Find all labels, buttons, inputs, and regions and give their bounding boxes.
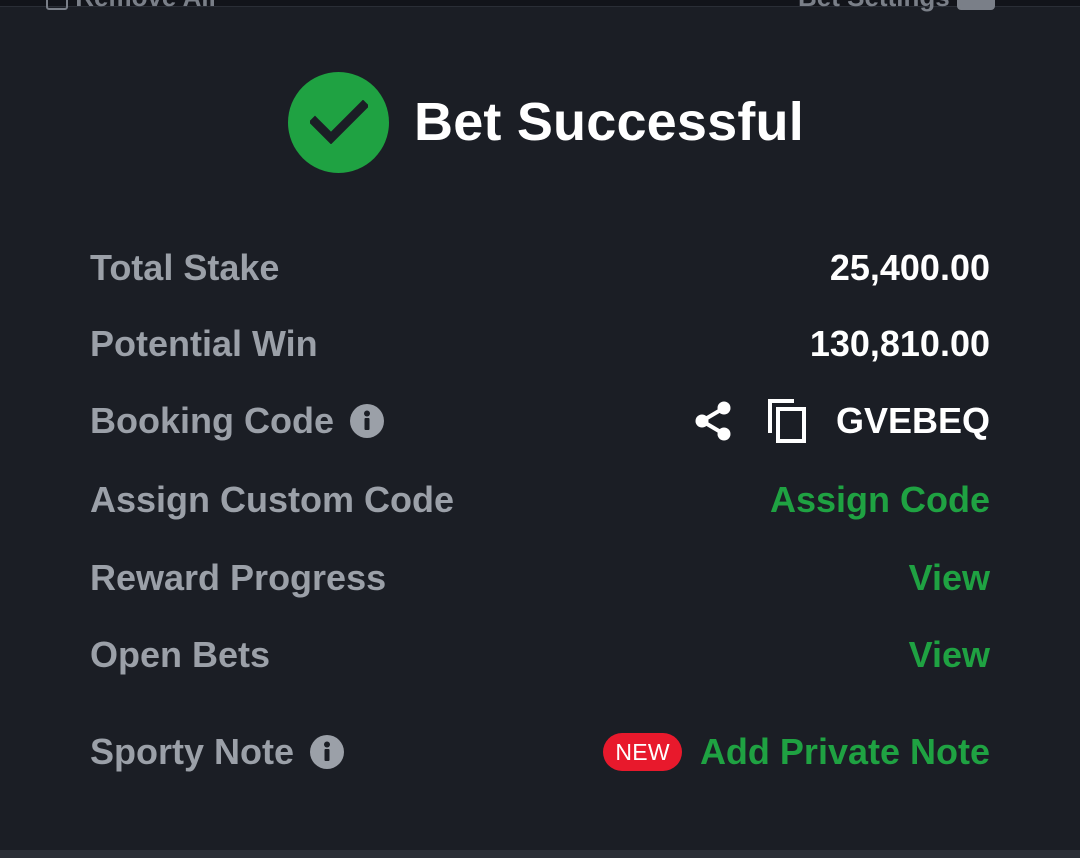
booking-code-label-group: Booking Code [90,400,384,442]
top-bar: Remove All Bet Settings [0,0,1080,12]
reward-progress-view-link[interactable]: View [909,557,990,599]
booking-code-label: Booking Code [90,400,334,441]
page-title: Bet Successful [414,92,804,152]
total-stake-value: 25,400.00 [829,247,990,288]
new-badge: NEW [603,733,682,771]
info-icon[interactable] [349,404,384,438]
open-bets-label: Open Bets [90,634,271,675]
booking-code-value-group: GVEBEQ [692,397,990,445]
sporty-note-label: Sporty Note [90,731,295,772]
open-bets-row: Open Bets View [90,625,990,685]
bet-settings-button[interactable]: Bet Settings [798,0,995,13]
booking-code-row: Booking Code GVEBEQ [90,391,990,451]
booking-code-value: GVEBEQ [835,400,990,441]
total-stake-label: Total Stake [90,247,280,288]
copy-icon[interactable] [766,397,808,445]
reward-progress-row: Reward Progress View [90,548,990,608]
info-icon[interactable] [310,735,345,769]
check-circle-icon [288,71,389,173]
potential-win-value: 130,810.00 [809,323,990,364]
bottom-divider [0,850,1080,858]
add-private-note-link[interactable]: Add Private Note [700,731,990,773]
potential-win-label: Potential Win [90,323,318,364]
bet-settings-label: Bet Settings [798,0,950,12]
sporty-note-label-group: Sporty Note [90,731,345,773]
potential-win-row: Potential Win 130,810.00 [90,314,990,374]
reward-progress-label: Reward Progress [90,557,387,598]
assign-custom-code-label: Assign Custom Code [90,479,455,520]
remove-all-icon [46,0,68,11]
share-icon[interactable] [692,399,734,443]
bet-settings-icon [956,0,995,11]
remove-all-label: Remove All [75,0,216,12]
sporty-note-action-group: NEW Add Private Note [603,731,990,773]
assign-code-link[interactable]: Assign Code [770,479,990,521]
remove-all-button[interactable]: Remove All [46,0,216,13]
sporty-note-row: Sporty Note NEW Add Private Note [90,722,990,782]
total-stake-row: Total Stake 25,400.00 [90,238,990,298]
assign-custom-code-row: Assign Custom Code Assign Code [90,470,990,530]
bet-success-header: Bet Successful [288,71,804,173]
open-bets-view-link[interactable]: View [909,634,990,676]
